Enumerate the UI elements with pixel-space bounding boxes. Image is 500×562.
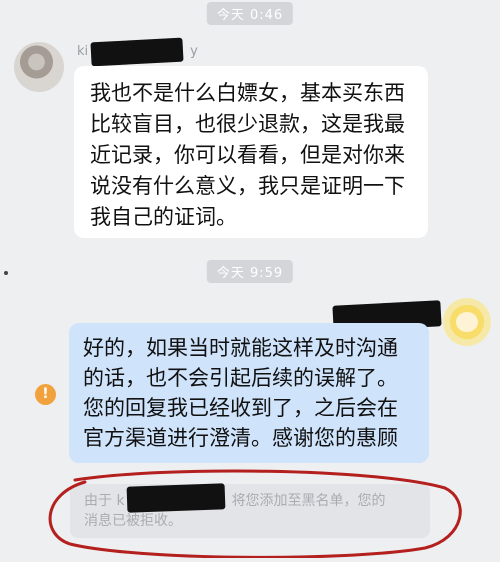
avatar-face bbox=[456, 312, 478, 332]
contact-avatar[interactable] bbox=[14, 42, 64, 92]
message-line: 我自己的证词。 bbox=[90, 205, 237, 229]
message-line: 官方渠道进行澄清。感谢您的惠顾 bbox=[83, 426, 398, 450]
message-line: 近记录，你可以看看，但是对你来 bbox=[90, 143, 405, 167]
timestamp-pill: 今天 9:59 bbox=[206, 260, 294, 283]
message-line: 说没有什么意义，我只是证明一下 bbox=[90, 174, 405, 198]
redaction-mark bbox=[90, 37, 184, 67]
outgoing-message-text: 好的，如果当时就能这样及时沟通 的话，也不会引起后续的误解了。 您的回复我已经收… bbox=[83, 333, 415, 453]
message-line: 我也不是什么白嫖女，基本买东西 bbox=[90, 81, 405, 105]
message-line: 比较盲目，也很少退款，这是我最 bbox=[90, 112, 405, 136]
self-avatar[interactable] bbox=[443, 298, 491, 346]
message-line: 的话，也不会引起后续的误解了。 bbox=[83, 366, 398, 390]
message-line: 您的回复我已经收到了，之后会在 bbox=[83, 396, 398, 420]
message-line: 好的，如果当时就能这样及时沟通 bbox=[83, 336, 398, 360]
red-annotation-ellipse bbox=[48, 469, 462, 558]
contact-name-end: y bbox=[190, 44, 198, 59]
incoming-message-text: 我也不是什么白嫖女，基本买东西 比较盲目，也很少退款，这是我最 近记录，你可以看… bbox=[90, 78, 412, 233]
info-warning-icon[interactable]: ! bbox=[35, 384, 56, 405]
outgoing-message-bubble[interactable]: 好的，如果当时就能这样及时沟通 的话，也不会引起后续的误解了。 您的回复我已经收… bbox=[69, 323, 429, 463]
timestamp-pill: 今天 0:46 bbox=[206, 2, 294, 25]
stray-dot bbox=[4, 271, 8, 275]
incoming-message-bubble[interactable]: 我也不是什么白嫖女，基本买东西 比较盲目，也很少退款，这是我最 近记录，你可以看… bbox=[74, 66, 428, 238]
contact-name-start: ki bbox=[77, 44, 89, 59]
